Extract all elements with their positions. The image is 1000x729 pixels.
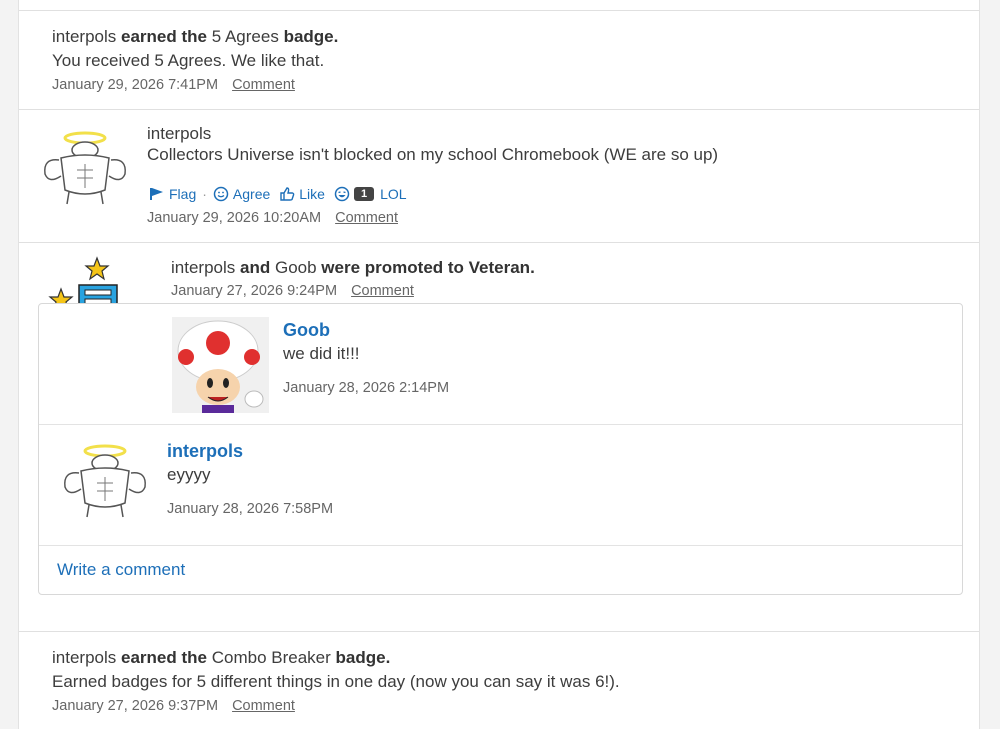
toad-avatar-icon [177,320,264,413]
promotion-icon [45,255,125,305]
comment-link[interactable]: Comment [335,210,398,226]
veteran-rank-icon [48,256,118,305]
and-text: and [240,258,271,277]
thumbs-up-icon [280,187,295,201]
comment-link[interactable]: Comment [232,77,295,93]
activity-item-status: interpols Collectors Universe isn't bloc… [19,109,979,242]
badge-link[interactable]: Combo Breaker [212,648,331,667]
activity-headline: interpols and Goob were promoted to Vete… [171,258,535,278]
lol-reaction[interactable]: 1 LOL [334,186,407,202]
activity-headline: interpols earned the 5 Agrees badge. [52,27,338,47]
verb-text: earned the [121,648,207,667]
comment-text: we did it!!! [283,344,360,363]
timestamp: January 29, 2026 10:20AM [147,210,322,226]
lol-label: LOL [380,186,407,202]
avatar[interactable] [172,317,269,413]
buff-angel-avatar-icon [44,131,126,205]
post-author[interactable]: interpols [147,124,211,144]
comment-item: Goob we did it!!! January 28, 2026 2:14P… [39,304,962,425]
comment-timestamp: January 28, 2026 2:14PM [283,380,450,396]
comment-item: interpols eyyyy January 28, 2026 7:58PM [39,425,962,546]
activity-meta: January 29, 2026 10:20AM Comment [147,210,398,226]
avatar[interactable] [39,130,131,206]
timestamp: January 29, 2026 7:41PM [52,77,219,93]
reaction-bar: Flag · Agree Like 1 LOL [149,186,407,202]
separator-dot: · [202,186,207,202]
laughing-icon [334,186,350,202]
flag-reaction[interactable]: Flag [149,186,196,202]
comment-text: eyyyy [167,465,211,484]
comment-author[interactable]: Goob [283,320,330,341]
activity-meta: January 27, 2026 9:37PM Comment [52,698,295,714]
avatar[interactable] [59,443,151,519]
comment-link[interactable]: Comment [232,698,295,714]
buff-angel-avatar-icon [64,444,146,518]
lol-count-badge: 1 [353,187,375,201]
suffix-text: badge. [335,648,391,667]
like-label: Like [299,186,325,202]
flag-label: Flag [169,186,197,202]
agree-label: Agree [232,186,271,202]
flag-icon [150,188,163,200]
user-link[interactable]: interpols [171,258,235,277]
activity-item-badge: interpols earned the Combo Breaker badge… [19,631,979,729]
like-reaction[interactable]: Like [279,186,325,202]
comment-author[interactable]: interpols [167,441,243,462]
activity-meta: January 29, 2026 7:41PM Comment [52,77,295,93]
activity-description: You received 5 Agrees. We like that. [52,51,325,70]
smiley-icon [213,186,229,202]
badge-link[interactable]: 5 Agrees [212,27,279,46]
activity-description: Earned badges for 5 different things in … [52,672,620,691]
user-link[interactable]: interpols [52,648,116,667]
comments-panel: Goob we did it!!! January 28, 2026 2:14P… [38,303,963,595]
verb-text: earned the [121,27,207,46]
suffix-text: badge. [283,27,339,46]
user-link[interactable]: Goob [275,258,317,277]
activity-headline: interpols earned the Combo Breaker badge… [52,648,390,668]
activity-feed: interpols earned the 5 Agrees badge. You… [18,0,980,729]
comment-timestamp: January 28, 2026 7:58PM [167,501,334,517]
comment-link[interactable]: Comment [351,283,414,299]
write-comment-link[interactable]: Write a comment [57,560,185,580]
activity-item-badge: interpols earned the 5 Agrees badge. You… [19,10,979,109]
action-text: were promoted to Veteran. [321,258,535,277]
user-link[interactable]: interpols [52,27,116,46]
timestamp: January 27, 2026 9:24PM [171,283,338,299]
activity-meta: January 27, 2026 9:24PM Comment [171,283,414,299]
agree-reaction[interactable]: Agree [213,186,270,202]
post-text: Collectors Universe isn't blocked on my … [147,145,719,164]
timestamp: January 27, 2026 9:37PM [52,698,219,714]
